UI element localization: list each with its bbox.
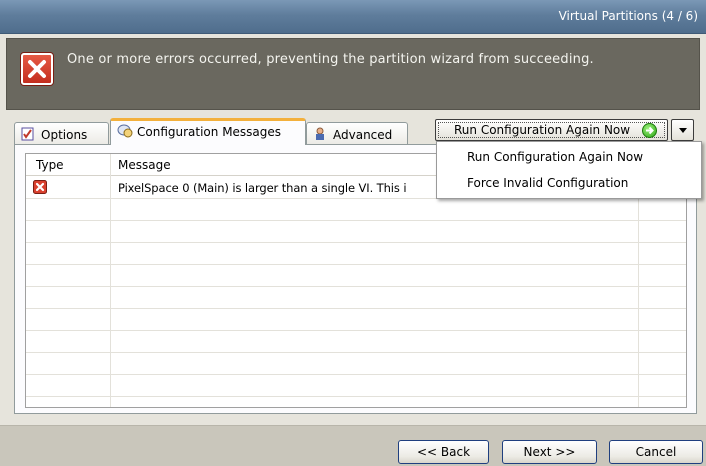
error-icon xyxy=(33,180,47,194)
green-arrow-icon xyxy=(642,123,657,138)
tab-configuration-messages[interactable]: Configuration Messages xyxy=(110,118,306,145)
error-message: One or more errors occurred, preventing … xyxy=(67,52,594,67)
column-header-message[interactable]: Message xyxy=(118,158,171,172)
title-bar: Virtual Partitions (4 / 6) xyxy=(0,0,706,34)
back-button[interactable]: << Back xyxy=(398,440,489,464)
table-row xyxy=(26,309,686,331)
run-configuration-button[interactable]: Run Configuration Again Now xyxy=(435,119,668,141)
table-row xyxy=(26,353,686,375)
tab-advanced[interactable]: Advanced xyxy=(306,122,408,144)
tab-options-label: Options xyxy=(41,128,88,142)
tab-options[interactable]: Options xyxy=(14,122,109,144)
error-x-icon xyxy=(21,53,53,85)
tab-advanced-label: Advanced xyxy=(333,128,393,142)
table-row xyxy=(26,375,686,397)
menu-item-run-configuration-again[interactable]: Run Configuration Again Now xyxy=(467,150,643,164)
next-button[interactable]: Next >> xyxy=(502,440,597,464)
chevron-down-icon xyxy=(679,128,687,133)
messages-icon xyxy=(117,124,133,138)
tab-configuration-messages-label: Configuration Messages xyxy=(137,125,282,139)
error-banner: One or more errors occurred, preventing … xyxy=(6,38,700,110)
footer-bar xyxy=(0,426,706,466)
menu-item-force-invalid-configuration[interactable]: Force Invalid Configuration xyxy=(467,176,628,190)
table-row xyxy=(26,331,686,353)
table-row xyxy=(26,287,686,309)
options-icon xyxy=(21,127,35,141)
table-row xyxy=(26,265,686,287)
cancel-button[interactable]: Cancel xyxy=(609,440,703,464)
run-configuration-label: Run Configuration Again Now xyxy=(454,123,631,137)
advanced-icon xyxy=(313,127,327,141)
run-configuration-dropdown-button[interactable] xyxy=(671,119,694,141)
run-options-dropdown-menu: Run Configuration Again Now Force Invali… xyxy=(436,141,702,199)
table-row xyxy=(26,221,686,243)
run-configuration-split-button: Run Configuration Again Now xyxy=(435,119,694,141)
column-header-type[interactable]: Type xyxy=(36,158,64,172)
table-row xyxy=(26,243,686,265)
message-cell: PixelSpace 0 (Main) is larger than a sin… xyxy=(118,181,407,195)
table-row xyxy=(26,199,686,221)
window-title: Virtual Partitions (4 / 6) xyxy=(558,9,698,23)
